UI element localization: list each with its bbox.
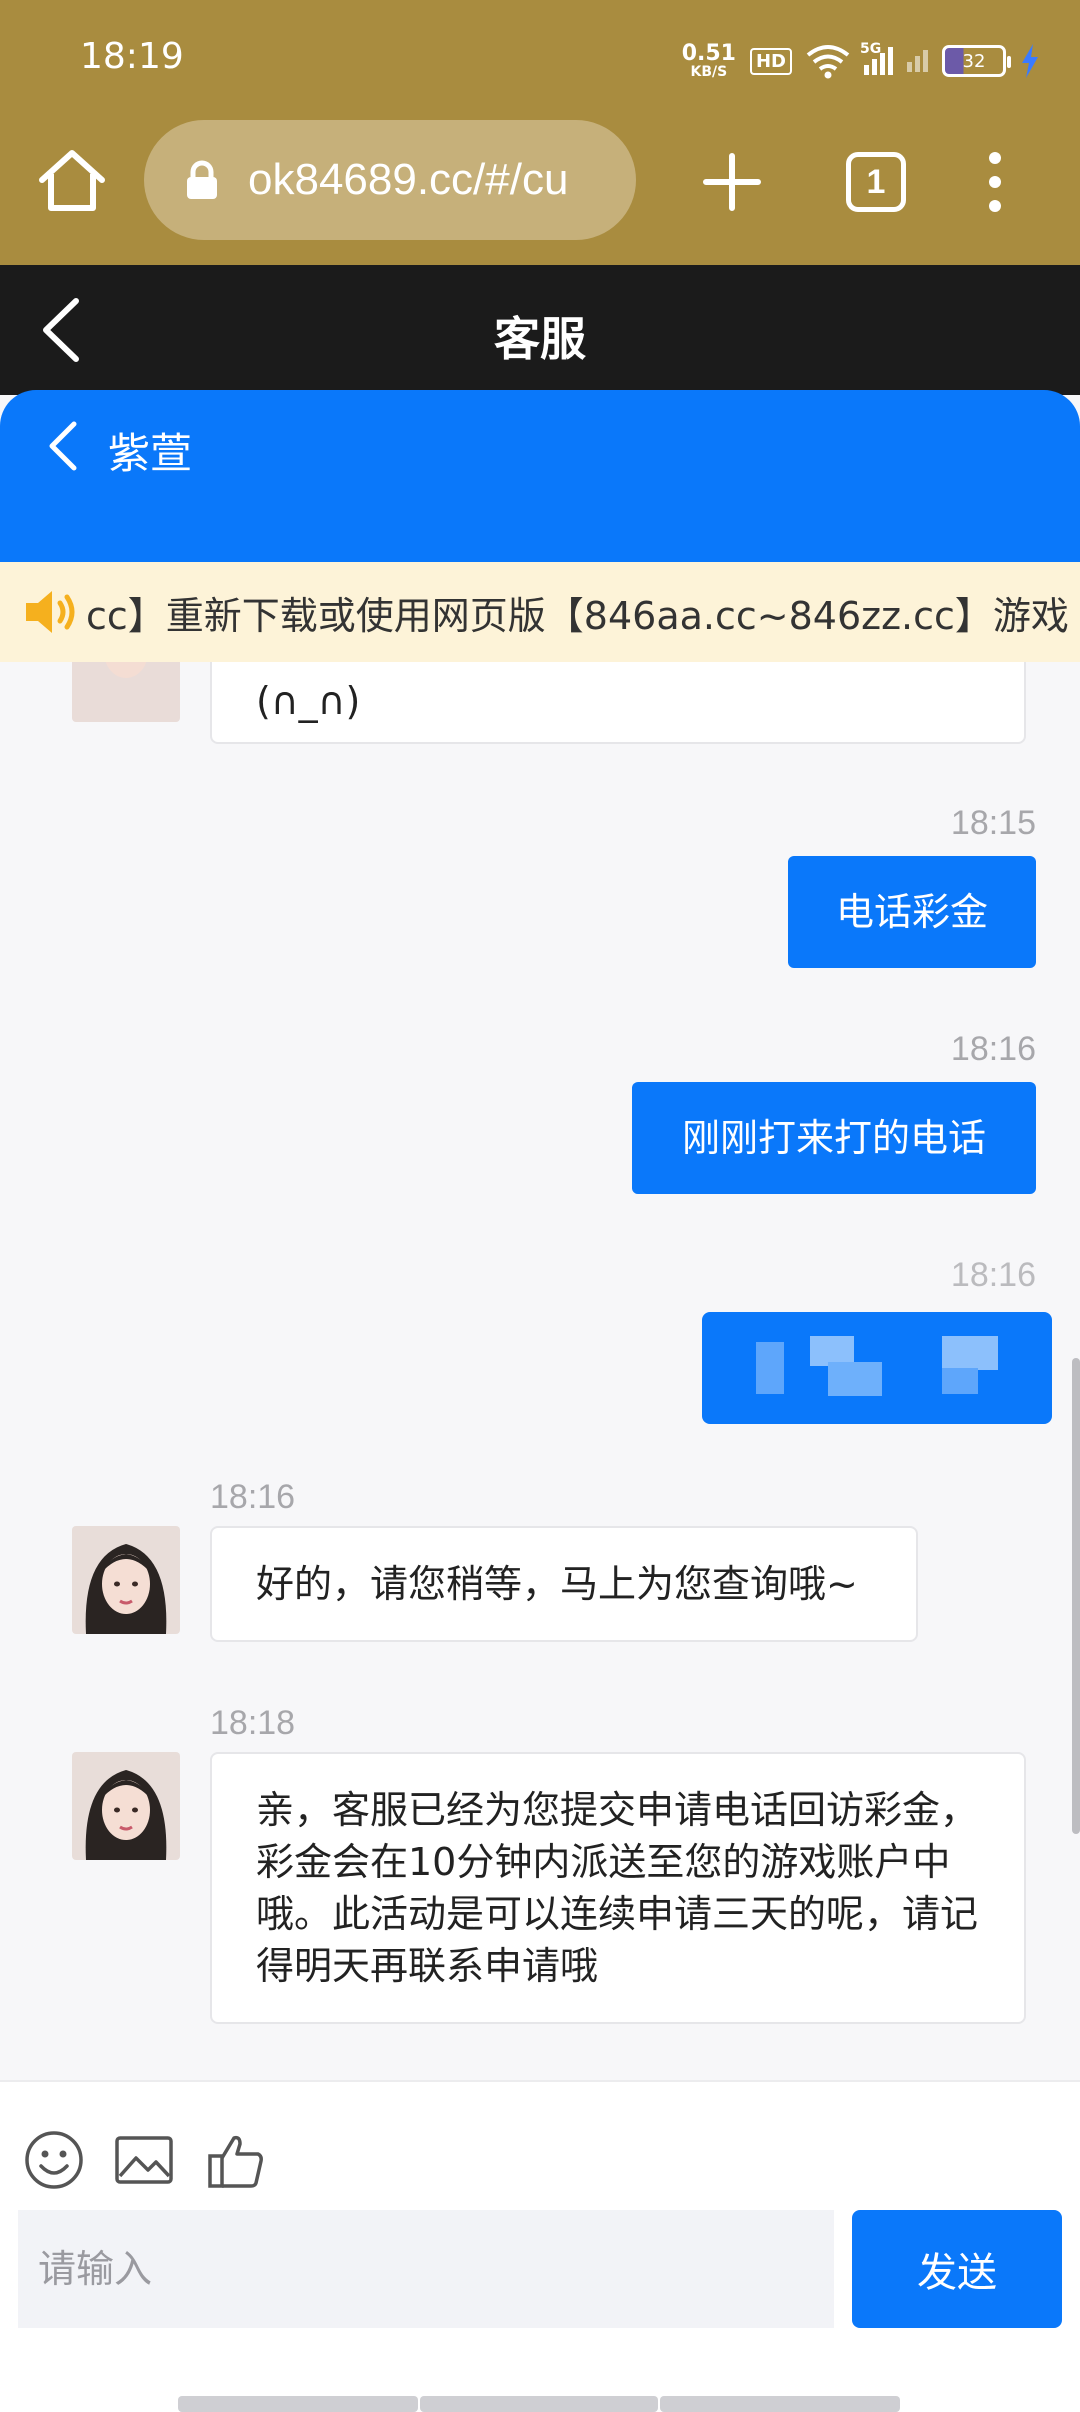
nav-gesture-bar	[178, 2396, 418, 2412]
battery-level: 32	[962, 50, 986, 72]
chat-area[interactable]: (∩_∩) 18:15 电话彩金 18:16 刚刚打来打的电话 18:16 18…	[0, 662, 1080, 2080]
agent-back-icon[interactable]	[44, 418, 84, 474]
page-header: 客服	[0, 265, 1080, 395]
battery-icon: 32	[942, 45, 1011, 77]
agent-name: 紫萱	[108, 429, 193, 478]
message-bubble-in: 好的，请您稍等，马上为您查询哦~	[210, 1526, 918, 1642]
message-bubble-out: 电话彩金	[788, 856, 1036, 968]
agent-avatar	[72, 662, 180, 722]
redacted-message-bubble	[702, 1312, 1052, 1424]
message-time: 18:18	[210, 1704, 296, 1742]
more-menu-icon[interactable]	[980, 150, 1010, 214]
message-bubble-in: (∩_∩)	[210, 662, 1026, 744]
agent-bar: 紫萱	[0, 390, 1080, 562]
message-bubble-in: 亲，客服已经为您提交申请电话回访彩金，彩金会在10分钟内派送至您的游戏账户中哦。…	[210, 1752, 1026, 2024]
nav-gesture-bar	[420, 2396, 658, 2412]
agent-avatar	[72, 1526, 180, 1634]
network-speed-unit: KB/S	[690, 64, 728, 80]
composer: 发送	[0, 2080, 1080, 2412]
message-time: 18:16	[210, 1478, 296, 1516]
message-input[interactable]	[18, 2210, 834, 2328]
message-time: 18:15	[950, 804, 1036, 842]
new-tab-icon[interactable]	[700, 150, 764, 214]
speaker-icon	[26, 591, 75, 633]
signal-icon: 5G	[860, 41, 893, 75]
thumbs-up-icon[interactable]	[206, 2130, 266, 2190]
network-speed-value: 0.51	[681, 41, 736, 66]
tab-switcher-button[interactable]: 1	[846, 152, 906, 212]
url-text: ok84689.cc/#/cu	[248, 155, 569, 204]
browser-chrome: 18:19 0.51 KB/S HD 5G 32 ok84689.cc/#/cu…	[0, 0, 1080, 265]
home-icon[interactable]	[36, 148, 108, 214]
message-bubble-out: 刚刚打来打的电话	[632, 1082, 1036, 1194]
charging-icon	[1022, 44, 1038, 78]
image-icon[interactable]	[114, 2130, 174, 2190]
hd-icon: HD	[749, 47, 792, 75]
nav-gesture-bar	[660, 2396, 900, 2412]
signal-icon-secondary	[907, 50, 928, 72]
url-bar[interactable]: ok84689.cc/#/cu	[144, 120, 636, 240]
lock-icon	[187, 160, 217, 199]
agent-avatar	[72, 1752, 180, 1860]
message-time: 18:16	[950, 1256, 1036, 1294]
notice-text: cc】重新下载或使用网页版【846aa.cc~846zz.cc】游戏	[86, 593, 1069, 638]
wifi-icon	[806, 45, 850, 79]
notice-banner: cc】重新下载或使用网页版【846aa.cc~846zz.cc】游戏	[0, 562, 1080, 662]
page-title: 客服	[494, 312, 586, 366]
emoji-icon[interactable]	[24, 2130, 84, 2190]
send-button[interactable]: 发送	[852, 2210, 1062, 2328]
signal-label: 5G	[860, 41, 882, 57]
chat-scrollbar[interactable]	[1072, 1358, 1080, 1834]
status-icons: 0.51 KB/S HD 5G 32	[682, 38, 1040, 84]
message-time: 18:16	[950, 1030, 1036, 1068]
status-time: 18:19	[80, 36, 184, 77]
network-speed: 0.51 KB/S	[681, 41, 736, 80]
